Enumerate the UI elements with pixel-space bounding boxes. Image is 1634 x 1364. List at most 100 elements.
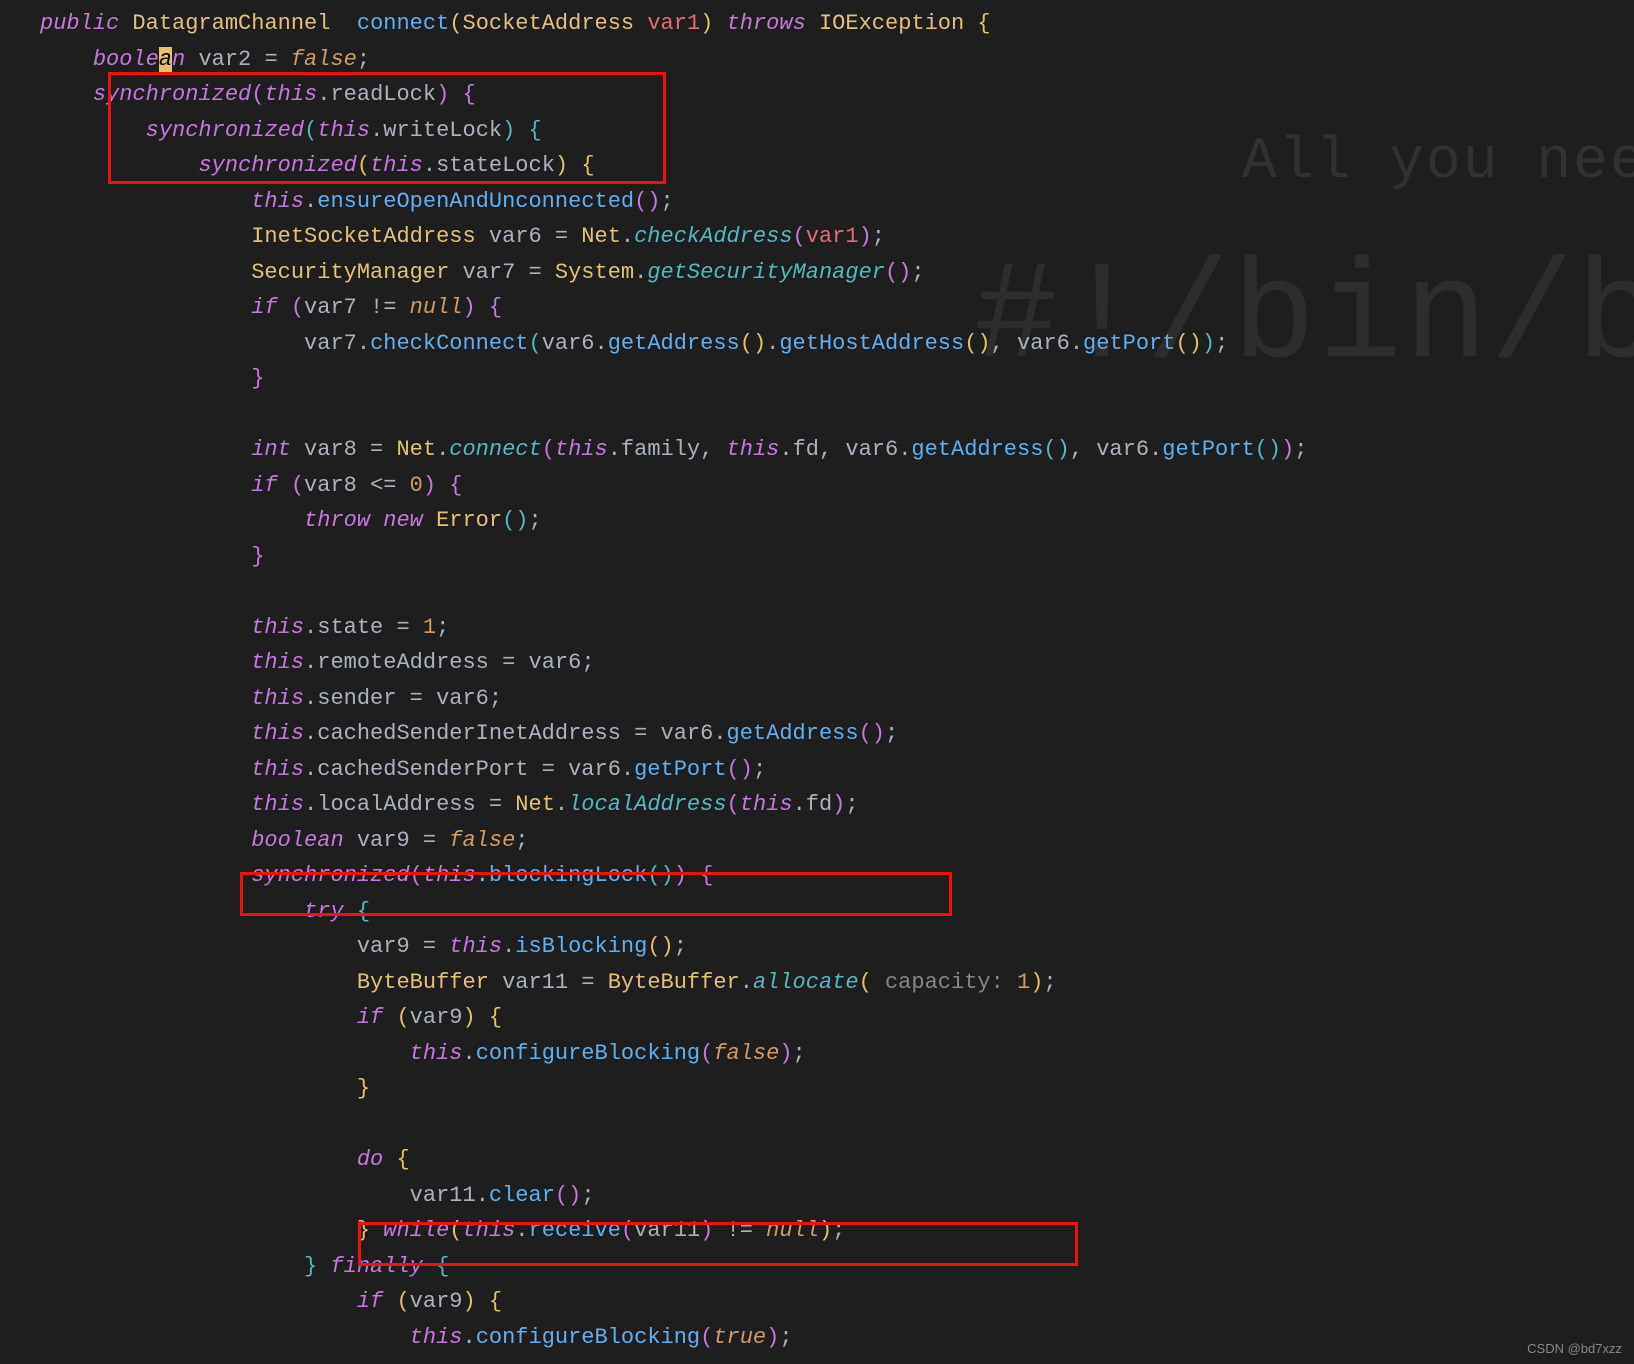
field-writeLock: writeLock — [383, 118, 502, 143]
call-receive: receive — [529, 1218, 621, 1243]
text-cursor: a — [159, 47, 172, 72]
code-line[interactable]: if (var9) { — [40, 1000, 1634, 1036]
code-line[interactable]: try { — [40, 894, 1634, 930]
keyword-this: this — [423, 863, 476, 888]
method-connect: connect — [357, 11, 449, 36]
code-line[interactable]: this.ensureOpenAndUnconnected(); — [40, 184, 1634, 220]
call-checkConnect: checkConnect — [370, 331, 528, 356]
code-line[interactable]: if (var8 <= 0) { — [40, 468, 1634, 504]
code-line[interactable]: throw new Error(); — [40, 503, 1634, 539]
call-localAddress: localAddress — [568, 792, 726, 817]
code-line[interactable]: if (var9) { — [40, 1284, 1634, 1320]
keyword-this: this — [370, 153, 423, 178]
code-line[interactable]: } — [40, 539, 1634, 575]
keyword-new: new — [383, 508, 423, 533]
class-Net: Net — [515, 792, 555, 817]
var-var7: var7 — [462, 260, 515, 285]
field-localAddress: localAddress — [317, 792, 475, 817]
code-line[interactable]: int var8 = Net.connect(this.family, this… — [40, 432, 1634, 468]
var-var7: var7 — [304, 295, 357, 320]
field-family: family — [621, 437, 700, 462]
code-line[interactable]: synchronized(this.stateLock) { — [40, 148, 1634, 184]
field-cachedSenderPort: cachedSenderPort — [317, 757, 528, 782]
code-line[interactable]: InetSocketAddress var6 = Net.checkAddres… — [40, 219, 1634, 255]
var-var6: var6 — [661, 721, 714, 746]
class-Net: Net — [581, 224, 621, 249]
code-line-blank[interactable] — [40, 574, 1634, 610]
keyword-this: this — [251, 757, 304, 782]
keyword-this: this — [251, 792, 304, 817]
keyword-this: this — [251, 721, 304, 746]
var-var9: var9 — [410, 1005, 463, 1030]
literal-null: null — [410, 295, 463, 320]
code-line[interactable]: this.remoteAddress = var6; — [40, 645, 1634, 681]
param-var1: var1 — [647, 11, 700, 36]
brace-close: } — [304, 1254, 317, 1279]
code-line[interactable]: if (var7 != null) { — [40, 290, 1634, 326]
arg-var6: var6 — [1017, 331, 1070, 356]
code-line[interactable]: boolean var2 = false; — [40, 42, 1634, 78]
arg-var6: var6 — [542, 331, 595, 356]
code-line[interactable]: ByteBuffer var11 = ByteBuffer.allocate( … — [40, 965, 1634, 1001]
num-1: 1 — [423, 615, 436, 640]
brace-close: } — [251, 366, 264, 391]
call-getSecurityManager: getSecurityManager — [647, 260, 885, 285]
brace-close: } — [251, 544, 264, 569]
type-InetSocketAddress: InetSocketAddress — [251, 224, 475, 249]
keyword-this: this — [740, 792, 793, 817]
keyword-synchronized: synchronized — [93, 82, 251, 107]
code-line[interactable]: var9 = this.isBlocking(); — [40, 929, 1634, 965]
brace-close: } — [357, 1218, 370, 1243]
code-line[interactable]: this.localAddress = Net.localAddress(thi… — [40, 787, 1634, 823]
code-line[interactable]: SecurityManager var7 = System.getSecurit… — [40, 255, 1634, 291]
field-state: state — [317, 615, 383, 640]
code-line[interactable]: } finally { — [40, 1249, 1634, 1285]
num-1: 1 — [1017, 970, 1030, 995]
code-line[interactable]: } — [40, 361, 1634, 397]
num-0: 0 — [410, 473, 423, 498]
code-line[interactable]: this.cachedSenderPort = var6.getPort(); — [40, 752, 1634, 788]
field-cachedSenderInetAddress: cachedSenderInetAddress — [317, 721, 621, 746]
keyword-this: this — [727, 437, 780, 462]
type-ByteBuffer: ByteBuffer — [357, 970, 489, 995]
code-line[interactable]: var7.checkConnect(var6.getAddress().getH… — [40, 326, 1634, 362]
type-IOException: IOException — [819, 11, 964, 36]
keyword-while: while — [383, 1218, 449, 1243]
code-line[interactable]: public DatagramChannel connect(SocketAdd… — [40, 6, 1634, 42]
keyword-if: if — [357, 1005, 383, 1030]
keyword-if: if — [251, 473, 277, 498]
code-line-blank[interactable] — [40, 1107, 1634, 1143]
code-line-blank[interactable] — [40, 397, 1634, 433]
class-System: System — [555, 260, 634, 285]
call-blockingLock: blockingLock — [489, 863, 647, 888]
keyword-if: if — [251, 295, 277, 320]
keyword-this: this — [251, 189, 304, 214]
code-line[interactable]: boolean var9 = false; — [40, 823, 1634, 859]
var-var11: var11 — [502, 970, 568, 995]
call-isBlocking: isBlocking — [515, 934, 647, 959]
keyword-try: try — [304, 899, 344, 924]
literal-true: true — [713, 1325, 766, 1350]
code-line[interactable]: } while(this.receive(var11) != null); — [40, 1213, 1634, 1249]
var-var6: var6 — [568, 757, 621, 782]
keyword-this: this — [264, 82, 317, 107]
code-line[interactable]: var11.clear(); — [40, 1178, 1634, 1214]
code-line[interactable]: do { — [40, 1142, 1634, 1178]
code-line[interactable]: this.state = 1; — [40, 610, 1634, 646]
code-line[interactable]: synchronized(this.readLock) { — [40, 77, 1634, 113]
field-fd: fd — [793, 437, 819, 462]
code-line[interactable]: synchronized(this.writeLock) { — [40, 113, 1634, 149]
code-line[interactable]: } — [40, 1071, 1634, 1107]
csdn-credit: CSDN @bd7xzz — [1527, 1341, 1622, 1356]
keyword-synchronized: synchronized — [198, 153, 356, 178]
literal-null: null — [766, 1218, 819, 1243]
call-getAddress: getAddress — [727, 721, 859, 746]
code-line[interactable]: this.cachedSenderInetAddress = var6.getA… — [40, 716, 1634, 752]
code-line[interactable]: this.configureBlocking(false); — [40, 1036, 1634, 1072]
literal-false: false — [713, 1041, 779, 1066]
code-line[interactable]: this.sender = var6; — [40, 681, 1634, 717]
code-line[interactable]: synchronized(this.blockingLock()) { — [40, 858, 1634, 894]
code-editor[interactable]: public DatagramChannel connect(SocketAdd… — [0, 0, 1634, 1355]
code-line[interactable]: this.configureBlocking(true); — [40, 1320, 1634, 1356]
type-SecurityManager: SecurityManager — [251, 260, 449, 285]
